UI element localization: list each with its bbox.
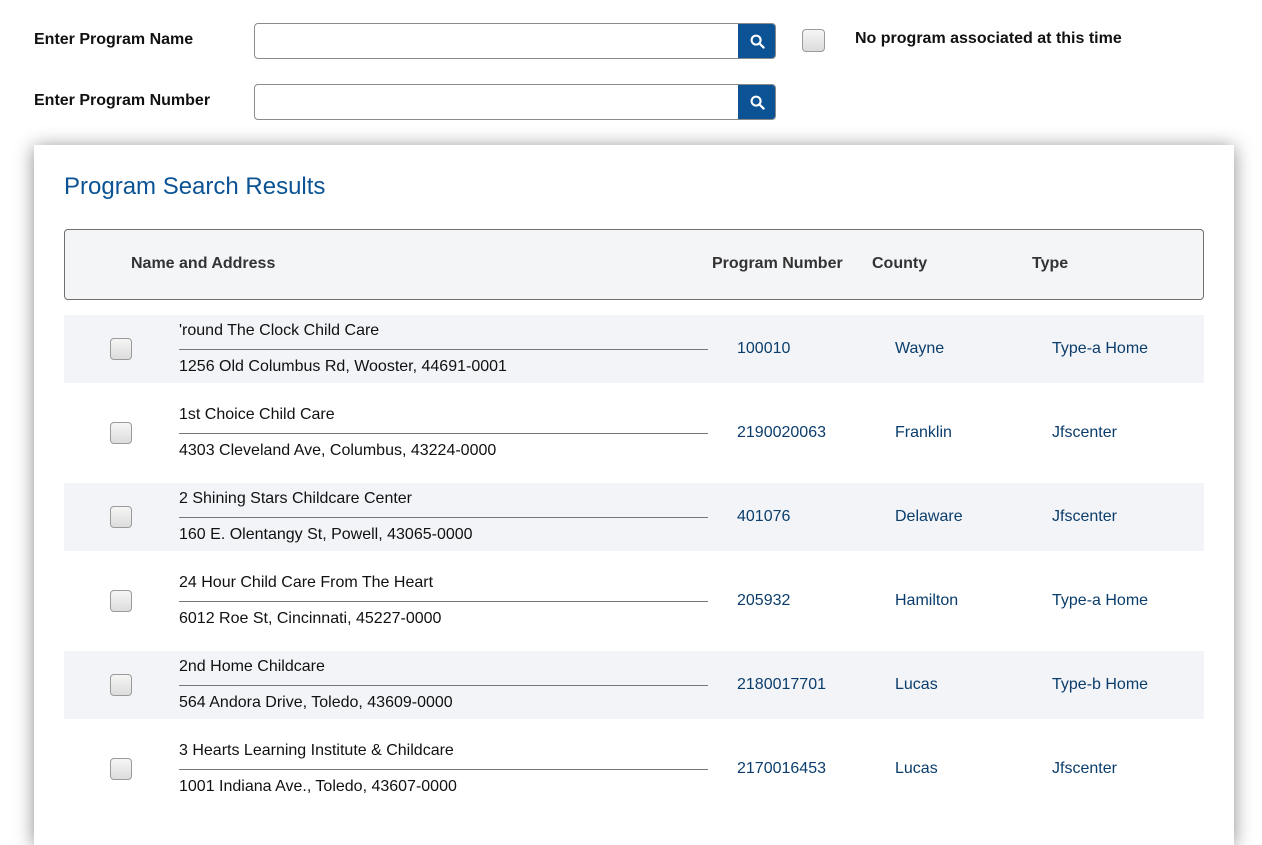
program-name: 3 Hearts Learning Institute & Childcare	[179, 742, 454, 759]
program-number[interactable]: 2180017701	[737, 676, 826, 694]
row-divider	[179, 685, 708, 686]
program-number[interactable]: 2190020063	[737, 424, 826, 442]
row-divider	[179, 769, 708, 770]
program-number-search-button[interactable]	[738, 85, 775, 119]
program-name-search-button[interactable]	[738, 24, 775, 58]
column-header-name-address: Name and Address	[131, 255, 276, 272]
no-program-checkbox[interactable]	[802, 29, 825, 52]
program-name: 2 Shining Stars Childcare Center	[179, 490, 413, 507]
row-select-checkbox[interactable]	[110, 758, 132, 780]
program-number-input[interactable]	[255, 85, 745, 119]
no-program-label: No program associated at this time	[855, 30, 1122, 47]
program-address: 4303 Cleveland Ave, Columbus, 43224-0000	[179, 442, 497, 459]
program-number[interactable]: 205932	[737, 592, 790, 610]
search-icon	[750, 34, 765, 49]
program-name-input[interactable]	[255, 24, 745, 58]
program-county: Wayne	[895, 340, 945, 357]
program-name: 1st Choice Child Care	[179, 406, 335, 423]
program-type: Type-b Home	[1052, 676, 1149, 693]
row-divider	[179, 601, 708, 602]
program-name-search-box	[254, 23, 776, 59]
row-divider	[179, 433, 708, 434]
program-type: Jfscenter	[1052, 424, 1117, 441]
row-select-checkbox[interactable]	[110, 590, 132, 612]
program-address: 160 E. Olentangy St, Powell, 43065-0000	[179, 526, 473, 543]
table-row: 24 Hour Child Care From The Heart 6012 R…	[64, 567, 1204, 635]
program-address: 6012 Roe St, Cincinnati, 45227-0000	[179, 610, 442, 627]
row-divider	[179, 349, 708, 350]
program-address: 1001 Indiana Ave., Toledo, 43607-0000	[179, 778, 457, 795]
program-county: Delaware	[895, 508, 963, 525]
program-county: Hamilton	[895, 592, 959, 609]
program-number-label: Enter Program Number	[34, 92, 211, 109]
program-type: Jfscenter	[1052, 760, 1117, 777]
row-divider	[179, 517, 708, 518]
program-county: Franklin	[895, 424, 952, 441]
row-select-checkbox[interactable]	[110, 674, 132, 696]
column-header-county: County	[872, 255, 928, 272]
program-number[interactable]: 2170016453	[737, 760, 826, 778]
program-number[interactable]: 401076	[737, 508, 790, 526]
row-select-checkbox[interactable]	[110, 506, 132, 528]
program-number-search-box	[254, 84, 776, 120]
table-row: 1st Choice Child Care 4303 Cleveland Ave…	[64, 399, 1204, 467]
program-name-label: Enter Program Name	[34, 31, 194, 48]
program-county: Lucas	[895, 760, 938, 777]
column-header-type: Type	[1032, 255, 1069, 272]
program-type: Type-a Home	[1052, 592, 1149, 609]
table-row: 3 Hearts Learning Institute & Childcare …	[64, 735, 1204, 803]
program-type: Jfscenter	[1052, 508, 1117, 525]
results-title: Program Search Results	[64, 173, 326, 200]
program-address: 1256 Old Columbus Rd, Wooster, 44691-000…	[179, 358, 507, 375]
program-county: Lucas	[895, 676, 938, 693]
results-table-header: Name and Address Program Number County T…	[64, 229, 1204, 300]
program-name: 24 Hour Child Care From The Heart	[179, 574, 434, 591]
search-icon	[750, 95, 765, 110]
row-select-checkbox[interactable]	[110, 422, 132, 444]
program-number[interactable]: 100010	[737, 340, 790, 358]
column-header-program-number: Program Number	[712, 255, 843, 272]
table-row: 2 Shining Stars Childcare Center 160 E. …	[64, 483, 1204, 551]
table-row: 2nd Home Childcare 564 Andora Drive, Tol…	[64, 651, 1204, 719]
program-address: 564 Andora Drive, Toledo, 43609-0000	[179, 694, 453, 711]
table-row: 'round The Clock Child Care 1256 Old Col…	[64, 315, 1204, 383]
program-name: 2nd Home Childcare	[179, 658, 325, 675]
row-select-checkbox[interactable]	[110, 338, 132, 360]
results-panel: Program Search Results Name and Address …	[34, 145, 1234, 845]
program-name: 'round The Clock Child Care	[179, 322, 380, 339]
program-type: Type-a Home	[1052, 340, 1149, 357]
